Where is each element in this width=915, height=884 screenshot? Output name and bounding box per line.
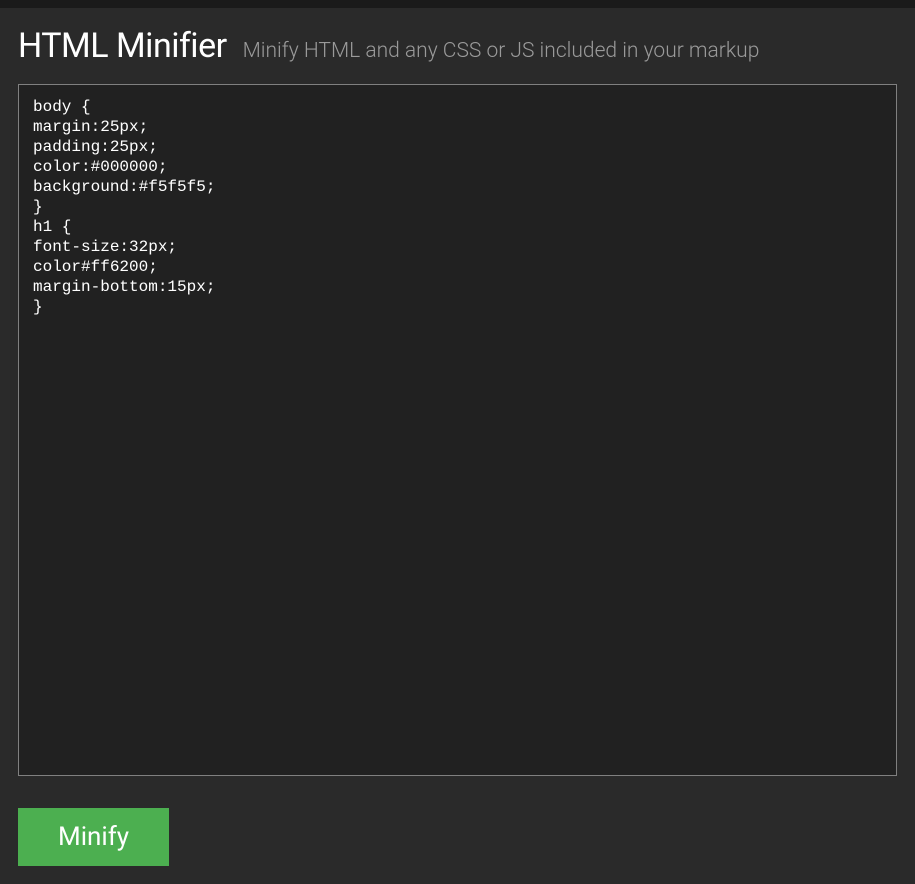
header: HTML Minifier Minify HTML and any CSS or… xyxy=(18,26,897,66)
code-input[interactable] xyxy=(18,84,897,776)
main-container: HTML Minifier Minify HTML and any CSS or… xyxy=(0,8,915,884)
top-bar xyxy=(0,0,915,8)
page-subtitle: Minify HTML and any CSS or JS included i… xyxy=(243,39,760,63)
minify-button[interactable]: Minify xyxy=(18,808,169,866)
page-title: HTML Minifier xyxy=(18,26,227,66)
